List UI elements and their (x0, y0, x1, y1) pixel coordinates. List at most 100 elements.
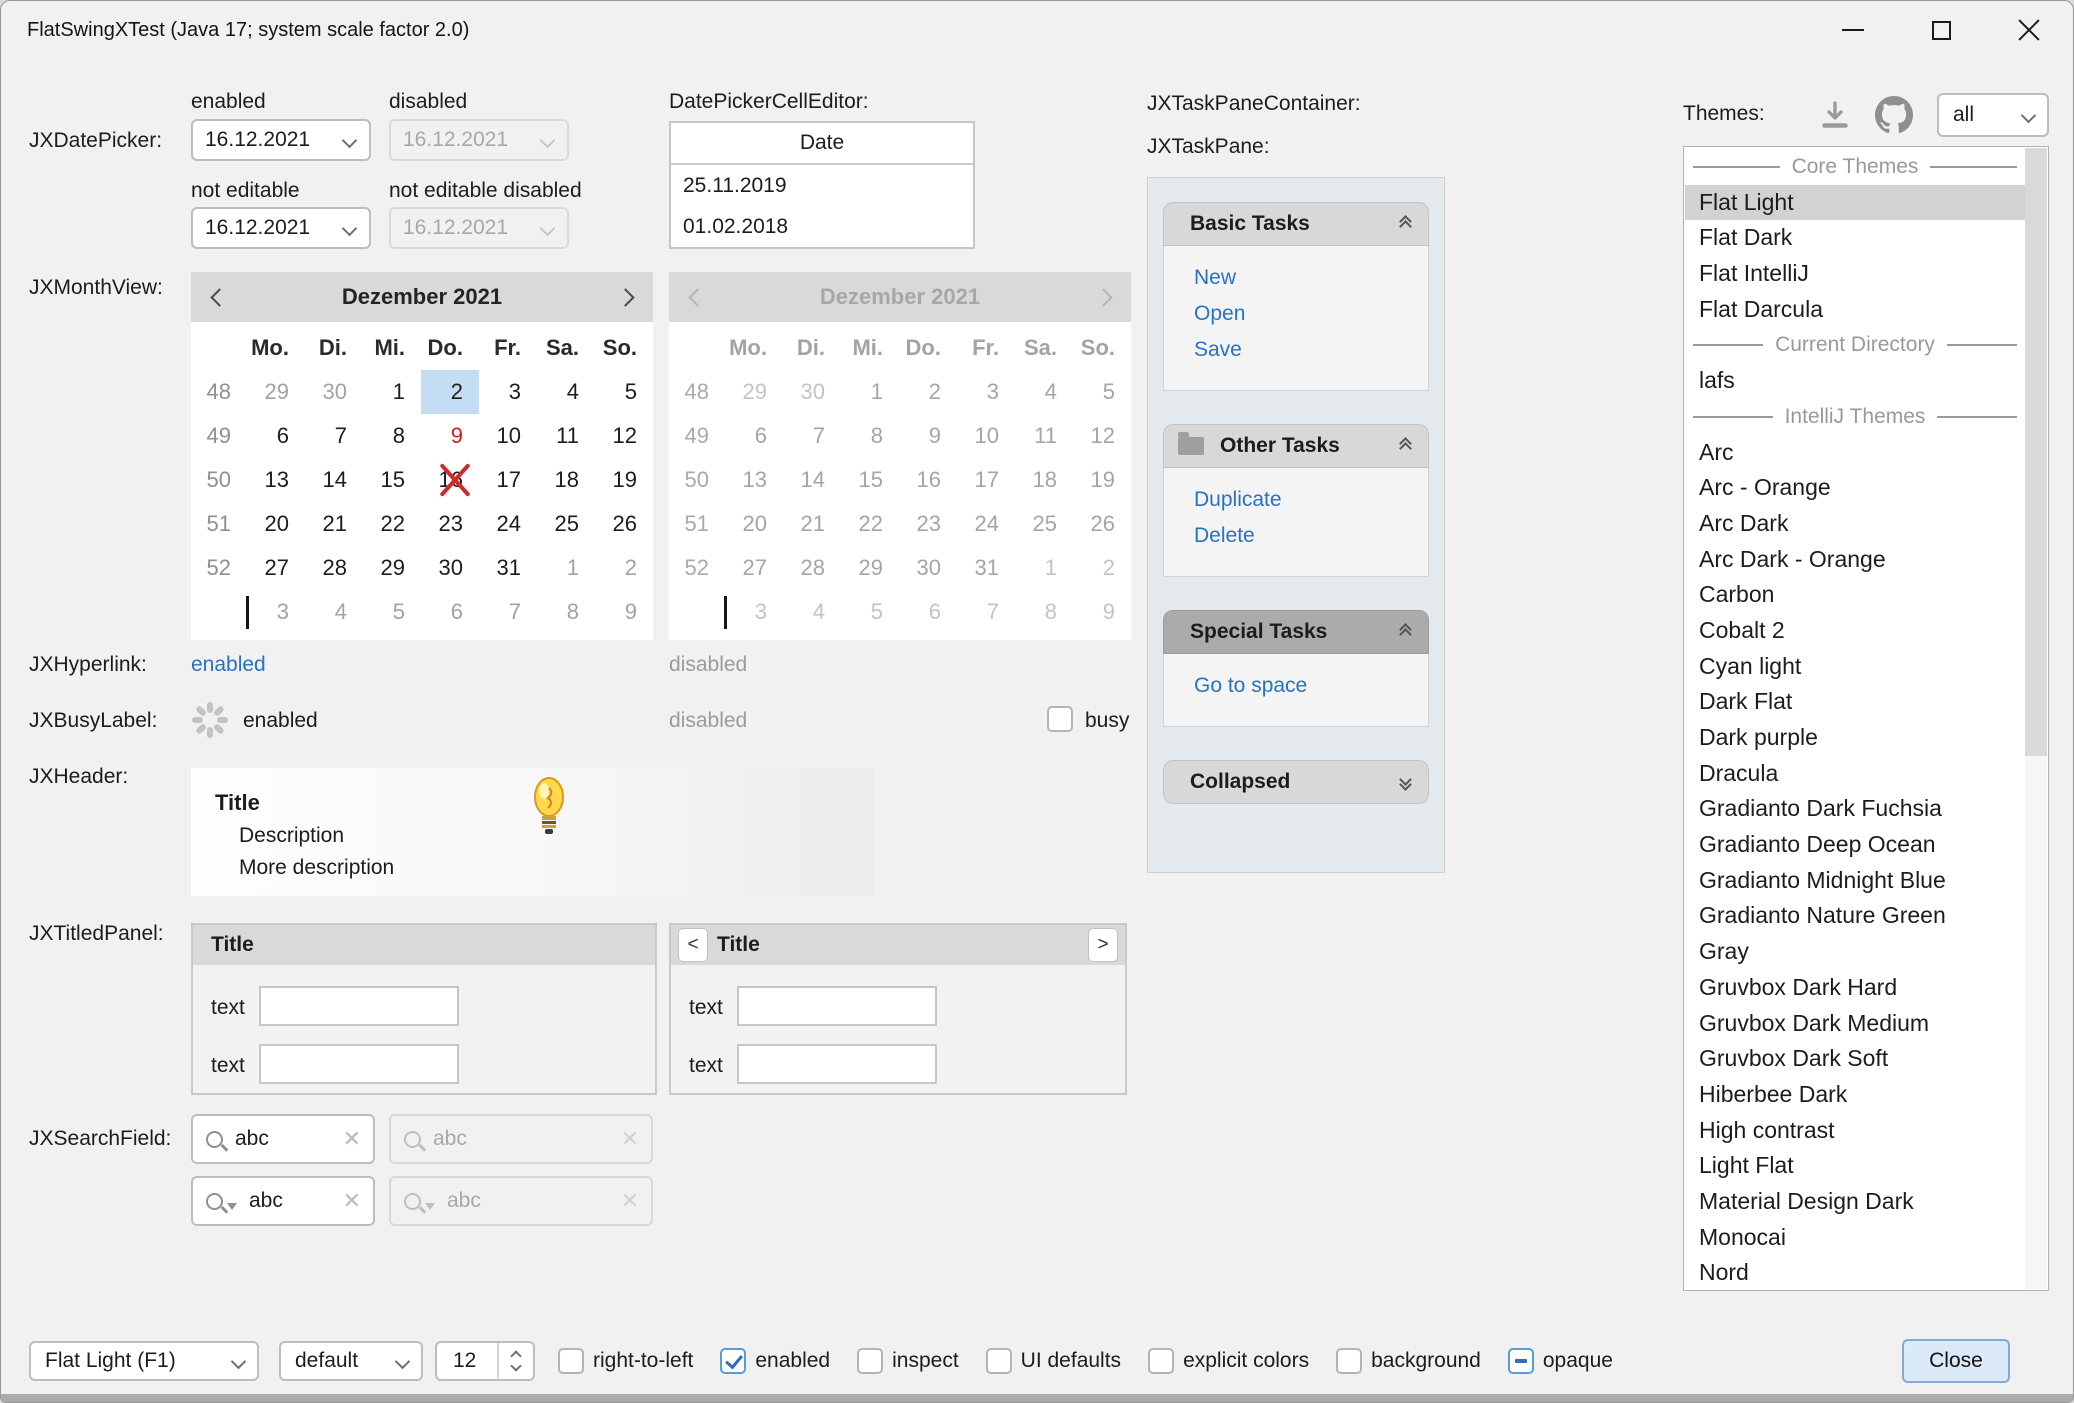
calendar-day-cell[interactable]: 27 (247, 546, 305, 590)
font-combobox[interactable]: default (279, 1341, 423, 1381)
theme-list-item[interactable]: Gruvbox Dark Soft (1685, 1041, 2025, 1077)
taskpane-group-titlebar[interactable]: Basic Tasks (1163, 202, 1429, 246)
themes-filter-combobox[interactable]: all (1937, 93, 2049, 137)
theme-list-item[interactable]: Arc (1685, 435, 2025, 471)
calendar-day-cell[interactable]: 15 (363, 458, 421, 502)
task-link[interactable]: Delete (1164, 518, 1428, 554)
datepicker-dropdown-button[interactable] (329, 121, 369, 159)
spinner-buttons[interactable] (497, 1343, 533, 1379)
calendar-day-cell[interactable]: 28 (305, 546, 363, 590)
theme-list-item[interactable]: Gruvbox Dark Medium (1685, 1006, 2025, 1042)
task-link[interactable]: New (1164, 260, 1428, 296)
checkbox-box[interactable] (857, 1348, 883, 1374)
calendar-day-cell[interactable]: 23 (421, 502, 479, 546)
task-link[interactable]: Open (1164, 296, 1428, 332)
calendar-day-cell[interactable]: 30 (421, 546, 479, 590)
calendar-day-cell[interactable]: 7 (305, 414, 363, 458)
titledpanel-right-button[interactable]: > (1088, 928, 1118, 962)
task-link[interactable]: Save (1164, 332, 1428, 368)
taskpane-group-titlebar[interactable]: Special Tasks (1163, 610, 1429, 654)
datepicker-dropdown-button[interactable] (329, 209, 369, 247)
theme-list-item[interactable]: Flat IntelliJ (1685, 256, 2025, 292)
checkbox-box[interactable] (720, 1348, 746, 1374)
theme-list-item[interactable]: Dark purple (1685, 720, 2025, 756)
checkbox-box[interactable] (986, 1348, 1012, 1374)
checkbox-box[interactable] (1336, 1348, 1362, 1374)
search-input[interactable] (223, 1127, 343, 1151)
calendar-day-cell[interactable]: 1 (363, 370, 421, 414)
calendar-day-cell[interactable]: 9 (595, 590, 653, 634)
calendar-day-cell[interactable]: 4 (537, 370, 595, 414)
task-link[interactable]: Go to space (1164, 668, 1428, 704)
close-button[interactable]: Close (1902, 1339, 2010, 1383)
calendar-day-cell[interactable]: 5 (595, 370, 653, 414)
calendar-day-cell[interactable]: 13 (247, 458, 305, 502)
searchfield-enabled[interactable]: ✕ (191, 1114, 375, 1164)
theme-list-item[interactable]: Arc Dark (1685, 506, 2025, 542)
laf-combobox[interactable]: Flat Light (F1) (29, 1341, 259, 1381)
table-row[interactable]: 01.02.2018 (671, 206, 973, 247)
theme-list-item[interactable]: Nord (1685, 1255, 2025, 1291)
theme-list-item[interactable]: Gradianto Dark Fuchsia (1685, 791, 2025, 827)
theme-list-item[interactable]: Light Flat (1685, 1148, 2025, 1184)
calendar-day-cell[interactable]: 6 (421, 590, 479, 634)
calendar-day-cell[interactable]: 3 (479, 370, 537, 414)
table-column-header[interactable]: Date (671, 123, 973, 165)
close-window-button[interactable] (1985, 1, 2073, 59)
table-row[interactable]: 25.11.2019 (671, 165, 973, 206)
calendar-day-cell[interactable]: 11 (537, 414, 595, 458)
minimize-button[interactable] (1809, 1, 1897, 59)
calendar-day-cell[interactable]: 7 (479, 590, 537, 634)
theme-list-item[interactable]: Material Design Dark (1685, 1184, 2025, 1220)
scrollbar-thumb[interactable] (2025, 148, 2047, 756)
taskpane-group-titlebar[interactable]: Other Tasks (1163, 424, 1429, 468)
theme-list-item[interactable]: Dark Flat (1685, 684, 2025, 720)
calendar-day-cell[interactable]: 19 (595, 458, 653, 502)
calendar-day-cell[interactable]: 9 (421, 414, 479, 458)
calendar-day-cell[interactable]: 10 (479, 414, 537, 458)
calendar-day-cell[interactable]: 24 (479, 502, 537, 546)
theme-list-item[interactable]: Arc - Orange (1685, 470, 2025, 506)
theme-list-item[interactable]: Flat Dark (1685, 220, 2025, 256)
theme-list-item[interactable]: Cobalt 2 (1685, 613, 2025, 649)
theme-list-item[interactable]: Gradianto Nature Green (1685, 898, 2025, 934)
titledpanel-left-button[interactable]: < (678, 928, 708, 962)
theme-list-item[interactable]: Dracula (1685, 756, 2025, 792)
calendar-day-cell[interactable]: 5 (363, 590, 421, 634)
previous-month-button[interactable] (191, 272, 247, 322)
theme-list-item[interactable]: Gray (1685, 934, 2025, 970)
calendar-day-cell[interactable]: 18 (537, 458, 595, 502)
calendar-day-cell[interactable]: 29 (363, 546, 421, 590)
calendar-day-cell[interactable]: 3 (247, 590, 305, 634)
theme-list-item[interactable]: Flat Darcula (1685, 292, 2025, 328)
hyperlink-enabled[interactable]: enabled (191, 653, 266, 677)
calendar-day-cell[interactable]: 4 (305, 590, 363, 634)
download-icon[interactable] (1817, 97, 1853, 133)
calendar-day-cell[interactable]: 8 (363, 414, 421, 458)
text-input[interactable] (737, 1044, 937, 1084)
calendar-day-cell[interactable]: 31 (479, 546, 537, 590)
theme-list-item[interactable]: Flat Light (1685, 185, 2025, 221)
calendar-day-cell[interactable]: 25 (537, 502, 595, 546)
datepicker-not-editable[interactable]: 16.12.2021 (191, 207, 371, 249)
calendar-day-cell[interactable]: 21 (305, 502, 363, 546)
clear-icon[interactable]: ✕ (343, 1188, 361, 1214)
theme-list-item[interactable]: Gruvbox Dark Hard (1685, 970, 2025, 1006)
task-link[interactable]: Duplicate (1164, 482, 1428, 518)
text-input[interactable] (737, 986, 937, 1026)
checkbox-box[interactable] (1047, 706, 1073, 732)
calendar-day-cell[interactable]: 30 (305, 370, 363, 414)
theme-list-item[interactable]: Cyan light (1685, 649, 2025, 685)
next-month-button[interactable] (597, 272, 653, 322)
maximize-button[interactable] (1897, 1, 1985, 59)
theme-list-item[interactable]: Arc Dark - Orange (1685, 542, 2025, 578)
calendar-day-cell[interactable]: 26 (595, 502, 653, 546)
search-input[interactable] (237, 1189, 343, 1213)
github-icon[interactable] (1875, 96, 1913, 134)
text-input[interactable] (259, 986, 459, 1026)
calendar-day-cell[interactable]: 16 (421, 458, 479, 502)
theme-list-item[interactable]: Carbon (1685, 577, 2025, 613)
font-size-spinner[interactable]: 12 (435, 1341, 535, 1381)
calendar-day-cell[interactable]: 20 (247, 502, 305, 546)
calendar-day-cell[interactable]: 17 (479, 458, 537, 502)
